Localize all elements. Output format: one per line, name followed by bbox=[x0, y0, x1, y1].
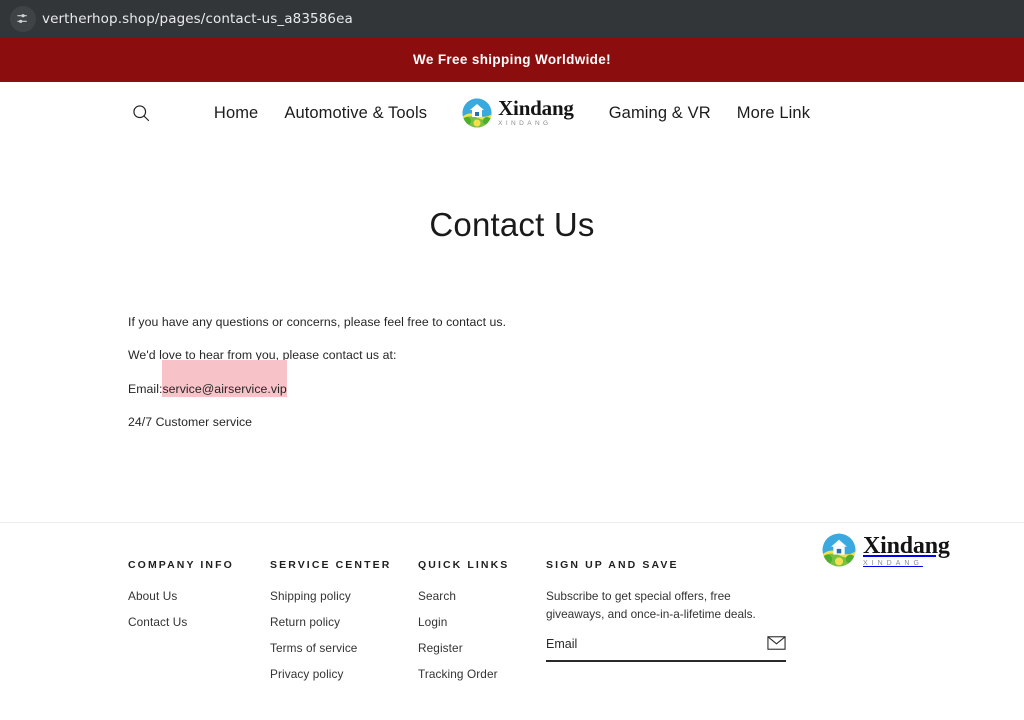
list-item: Terms of service bbox=[270, 639, 418, 657]
list-item: Tracking Order bbox=[418, 665, 546, 683]
list-item: Login bbox=[418, 613, 546, 631]
logo-wordmark: Xindang bbox=[498, 96, 574, 121]
xindang-logo-icon bbox=[462, 98, 492, 128]
list-item: About Us bbox=[128, 587, 270, 605]
footer-link-register[interactable]: Register bbox=[418, 641, 463, 655]
footer-logo-subtitle: XINDANG bbox=[863, 559, 923, 567]
footer-link-login[interactable]: Login bbox=[418, 615, 447, 629]
list-item: Return policy bbox=[270, 613, 418, 631]
footer-link-about-us[interactable]: About Us bbox=[128, 589, 177, 603]
footer-link-search[interactable]: Search bbox=[418, 589, 456, 603]
footer-links-quick-links: Search Login Register Tracking Order bbox=[418, 587, 546, 683]
footer-logo-wordmark: Xindang bbox=[863, 532, 950, 559]
footer-logo[interactable]: Xindang XINDANG bbox=[822, 533, 950, 567]
browser-address-bar: vertherhop.shop/pages/contact-us_a83586e… bbox=[0, 0, 1024, 37]
xindang-logo-icon bbox=[822, 533, 856, 567]
email-label: Email: bbox=[128, 381, 163, 396]
search-icon[interactable] bbox=[128, 100, 154, 126]
announcement-text: We Free shipping Worldwide! bbox=[413, 52, 611, 67]
footer-link-terms-of-service[interactable]: Terms of service bbox=[270, 641, 357, 655]
contact-email-line: Email:service@airservice.vip bbox=[128, 380, 1024, 397]
page-title: Contact Us bbox=[429, 206, 595, 243]
nav-item-gaming-vr[interactable]: Gaming & VR bbox=[596, 104, 724, 123]
footer-link-return-policy[interactable]: Return policy bbox=[270, 615, 340, 629]
support-hours: 24/7 Customer service bbox=[128, 414, 253, 429]
newsletter-form bbox=[546, 635, 786, 662]
nav-item-automotive-tools[interactable]: Automotive & Tools bbox=[271, 104, 440, 123]
contact-paragraph-1: If you have any questions or concerns, p… bbox=[128, 315, 507, 329]
footer-column-quick-links: QUICK LINKS Search Login Register Tracki… bbox=[418, 559, 546, 691]
signup-description: Subscribe to get special offers, free gi… bbox=[546, 589, 756, 622]
footer-links-company-info: About Us Contact Us bbox=[128, 587, 270, 631]
site-header: Home Automotive & Tools Xindang XINDANG … bbox=[0, 82, 1024, 144]
logo-subtitle: XINDANG bbox=[498, 120, 552, 128]
email-address[interactable]: service@airservice.vip bbox=[162, 380, 287, 397]
footer-link-shipping-policy[interactable]: Shipping policy bbox=[270, 589, 351, 603]
footer-link-contact-us[interactable]: Contact Us bbox=[128, 615, 187, 629]
newsletter-email-input[interactable] bbox=[546, 637, 767, 652]
footer-column-signup: SIGN UP AND SAVE Subscribe to get specia… bbox=[546, 559, 798, 691]
envelope-icon bbox=[767, 635, 786, 653]
newsletter-submit-button[interactable] bbox=[767, 635, 786, 653]
footer-link-privacy-policy[interactable]: Privacy policy bbox=[270, 667, 344, 681]
footer-heading-signup: SIGN UP AND SAVE bbox=[546, 559, 679, 571]
list-item: Privacy policy bbox=[270, 665, 418, 683]
list-item: Search bbox=[418, 587, 546, 605]
list-item: Register bbox=[418, 639, 546, 657]
nav-item-home[interactable]: Home bbox=[201, 104, 271, 123]
footer-link-tracking-order[interactable]: Tracking Order bbox=[418, 667, 498, 681]
list-item: Shipping policy bbox=[270, 587, 418, 605]
url-text[interactable]: vertherhop.shop/pages/contact-us_a83586e… bbox=[42, 11, 353, 27]
footer-column-service-center: SERVICE CENTER Shipping policy Return po… bbox=[270, 559, 418, 691]
list-item: Contact Us bbox=[128, 613, 270, 631]
header-logo[interactable]: Xindang XINDANG bbox=[440, 98, 596, 128]
footer-links-service-center: Shipping policy Return policy Terms of s… bbox=[270, 587, 418, 683]
site-footer: COMPANY INFO About Us Contact Us SERVICE… bbox=[0, 522, 1024, 720]
footer-heading-quick-links: QUICK LINKS bbox=[418, 559, 510, 571]
announcement-bar: We Free shipping Worldwide! bbox=[0, 37, 1024, 82]
nav-item-more-link[interactable]: More Link bbox=[724, 104, 823, 123]
main-content: Contact Us If you have any questions or … bbox=[0, 206, 1024, 428]
footer-heading-company-info: COMPANY INFO bbox=[128, 559, 234, 571]
footer-column-company-info: COMPANY INFO About Us Contact Us bbox=[128, 559, 270, 691]
footer-heading-service-center: SERVICE CENTER bbox=[270, 559, 392, 571]
contact-rich-text: If you have any questions or concerns, p… bbox=[0, 316, 1024, 428]
site-settings-icon[interactable] bbox=[10, 5, 36, 32]
